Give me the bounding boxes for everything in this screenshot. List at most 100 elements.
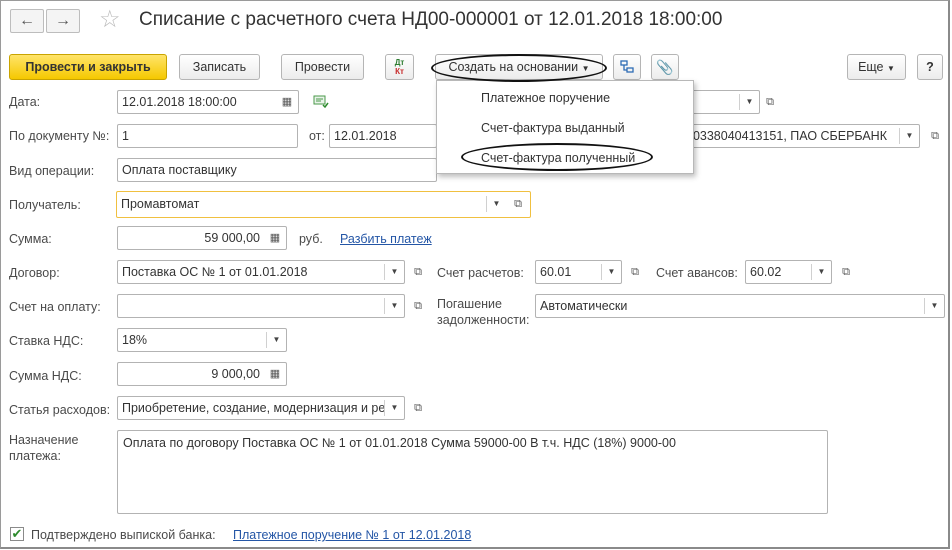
sum-field[interactable]: 59 000,00 ▦ xyxy=(117,226,287,250)
back-button[interactable]: ← xyxy=(10,9,44,33)
structure-button[interactable] xyxy=(613,54,641,80)
dt-kt-button[interactable]: Дт Кт xyxy=(385,54,414,80)
comment-icon[interactable] xyxy=(313,95,329,109)
back-arrow-icon: ← xyxy=(19,12,35,29)
forward-button[interactable]: → xyxy=(46,9,80,33)
sum-value: 59 000,00 xyxy=(204,231,260,245)
contract-label: Договор: xyxy=(9,266,60,280)
vat-sum-value: 9 000,00 xyxy=(211,367,260,381)
more-label: Еще xyxy=(858,60,884,74)
advance-account-value: 60.02 xyxy=(750,265,782,279)
chevron-down-icon: ▼ xyxy=(887,64,895,73)
post-and-close-button[interactable]: Провести и закрыть xyxy=(9,54,167,80)
check-icon: ✔ xyxy=(11,526,23,541)
vat-sum-field[interactable]: 9 000,00 ▦ xyxy=(117,362,287,386)
create-based-on-menu: Платежное поручение Счет-фактура выданны… xyxy=(436,80,694,174)
operation-field[interactable]: Оплата поставщику xyxy=(117,158,437,182)
chevron-down-icon[interactable]: ▼ xyxy=(384,264,404,280)
chevron-down-icon[interactable]: ▼ xyxy=(266,332,286,348)
create-based-on-label: Создать на основании xyxy=(448,60,579,74)
chevron-down-icon[interactable]: ▼ xyxy=(384,298,404,314)
repayment-label-line2: задолженности: xyxy=(437,313,530,327)
expense-item-label: Статья расходов: xyxy=(9,403,111,417)
payment-purpose-textarea[interactable]: Оплата по договору Поставка ОС № 1 от 01… xyxy=(117,430,828,514)
organization-field[interactable]: ▼ xyxy=(690,90,760,114)
date-label: Дата: xyxy=(9,95,41,109)
payment-order-link[interactable]: Платежное поручение № 1 от 12.01.2018 xyxy=(233,528,471,542)
bank-account-field[interactable]: 10338040413151, ПАО СБЕРБАНК ▼ xyxy=(686,124,920,148)
vat-sum-label: Сумма НДС: xyxy=(9,369,82,383)
from-date-value: 12.01.2018 xyxy=(334,129,397,143)
structure-icon xyxy=(620,60,634,73)
date-value: 12.01.2018 18:00:00 xyxy=(122,95,237,109)
chevron-down-icon[interactable]: ▼ xyxy=(739,94,759,110)
calculator-icon[interactable]: ▦ xyxy=(267,366,283,382)
bank-confirmed-checkbox[interactable]: ✔ xyxy=(10,527,24,541)
calculator-icon[interactable]: ▦ xyxy=(267,230,283,246)
invoice-label: Счет на оплату: xyxy=(9,300,101,314)
expense-item-value: Приобретение, создание, модернизация и р… xyxy=(122,401,404,415)
chevron-down-icon[interactable]: ▼ xyxy=(924,298,944,314)
open-in-window-icon[interactable]: ⧉ xyxy=(408,262,428,282)
from-label: от: xyxy=(309,129,325,143)
menu-item-invoice-issued[interactable]: Счет-фактура выданный xyxy=(481,121,625,135)
open-in-window-icon[interactable]: ⧉ xyxy=(625,262,645,282)
operation-value: Оплата поставщику xyxy=(122,163,237,177)
settlement-account-field[interactable]: 60.01 ▼ xyxy=(535,260,622,284)
doc-number-label: По документу №: xyxy=(9,129,110,143)
vat-rate-value: 18% xyxy=(122,333,148,347)
currency-label: руб. xyxy=(299,232,323,246)
chevron-down-icon[interactable]: ▼ xyxy=(811,264,831,280)
contract-value: Поставка ОС № 1 от 01.01.2018 xyxy=(122,265,308,279)
open-in-window-icon[interactable]: ⧉ xyxy=(760,92,780,112)
payment-purpose-label-line1: Назначение xyxy=(9,433,79,447)
repayment-label-line1: Погашение xyxy=(437,297,502,311)
date-field[interactable]: 12.01.2018 18:00:00 ▦ xyxy=(117,90,299,114)
open-in-window-icon[interactable]: ⧉ xyxy=(408,296,428,316)
post-button[interactable]: Провести xyxy=(281,54,364,80)
bank-confirmed-label: Подтверждено выпиской банка: xyxy=(31,528,216,542)
settlement-account-label: Счет расчетов: xyxy=(437,266,524,280)
invoice-field[interactable]: ▼ xyxy=(117,294,405,318)
open-in-window-icon[interactable]: ⧉ xyxy=(408,398,428,418)
recipient-value: Промавтомат xyxy=(121,197,200,211)
recipient-field[interactable]: Промавтомат ▼ ⧉ xyxy=(116,191,531,218)
favorite-star-icon[interactable]: ☆ xyxy=(99,7,121,33)
open-in-window-icon[interactable]: ⧉ xyxy=(836,262,856,282)
from-date-field[interactable]: 12.01.2018 xyxy=(329,124,437,148)
chevron-down-icon[interactable]: ▼ xyxy=(384,400,404,416)
dt-kt-icon: Дт Кт xyxy=(394,58,405,76)
more-button[interactable]: Еще ▼ xyxy=(847,54,906,80)
vat-rate-field[interactable]: 18% ▼ xyxy=(117,328,287,352)
bank-account-value: 10338040413151, ПАО СБЕРБАНК xyxy=(686,129,887,143)
help-button[interactable]: ? xyxy=(917,54,943,80)
save-button[interactable]: Записать xyxy=(179,54,260,80)
advance-account-field[interactable]: 60.02 ▼ xyxy=(745,260,832,284)
create-based-on-button[interactable]: Создать на основании ▼ xyxy=(435,54,603,80)
doc-number-field[interactable]: 1 xyxy=(117,124,298,148)
recipient-label: Получатель: xyxy=(9,198,81,212)
menu-item-payment-order[interactable]: Платежное поручение xyxy=(481,91,610,105)
payment-purpose-label: Назначение платежа: xyxy=(9,432,78,464)
chevron-down-icon[interactable]: ▼ xyxy=(899,128,919,144)
page-title: Списание с расчетного счета НД00-000001 … xyxy=(139,9,723,30)
contract-field[interactable]: Поставка ОС № 1 от 01.01.2018 ▼ xyxy=(117,260,405,284)
chevron-down-icon: ▼ xyxy=(581,64,590,73)
repayment-label: Погашение задолженности: xyxy=(437,296,529,328)
settlement-account-value: 60.01 xyxy=(540,265,572,279)
expense-item-field[interactable]: Приобретение, создание, модернизация и р… xyxy=(117,396,405,420)
chevron-down-icon[interactable]: ▼ xyxy=(601,264,621,280)
advance-account-label: Счет авансов: xyxy=(656,266,738,280)
sum-label: Сумма: xyxy=(9,232,52,246)
repayment-value: Автоматически xyxy=(540,299,628,313)
vat-rate-label: Ставка НДС: xyxy=(9,334,84,348)
menu-item-invoice-received[interactable]: Счет-фактура полученный xyxy=(481,151,635,165)
chevron-down-icon[interactable]: ▼ xyxy=(486,196,506,212)
split-payment-link[interactable]: Разбить платеж xyxy=(340,232,432,246)
repayment-field[interactable]: Автоматически ▼ xyxy=(535,294,945,318)
open-in-window-icon[interactable]: ⧉ xyxy=(508,194,528,214)
forward-arrow-icon: → xyxy=(55,12,71,29)
attach-button[interactable]: 📎 xyxy=(651,54,679,80)
open-in-window-icon[interactable]: ⧉ xyxy=(925,126,945,146)
calendar-icon[interactable]: ▦ xyxy=(279,94,295,110)
